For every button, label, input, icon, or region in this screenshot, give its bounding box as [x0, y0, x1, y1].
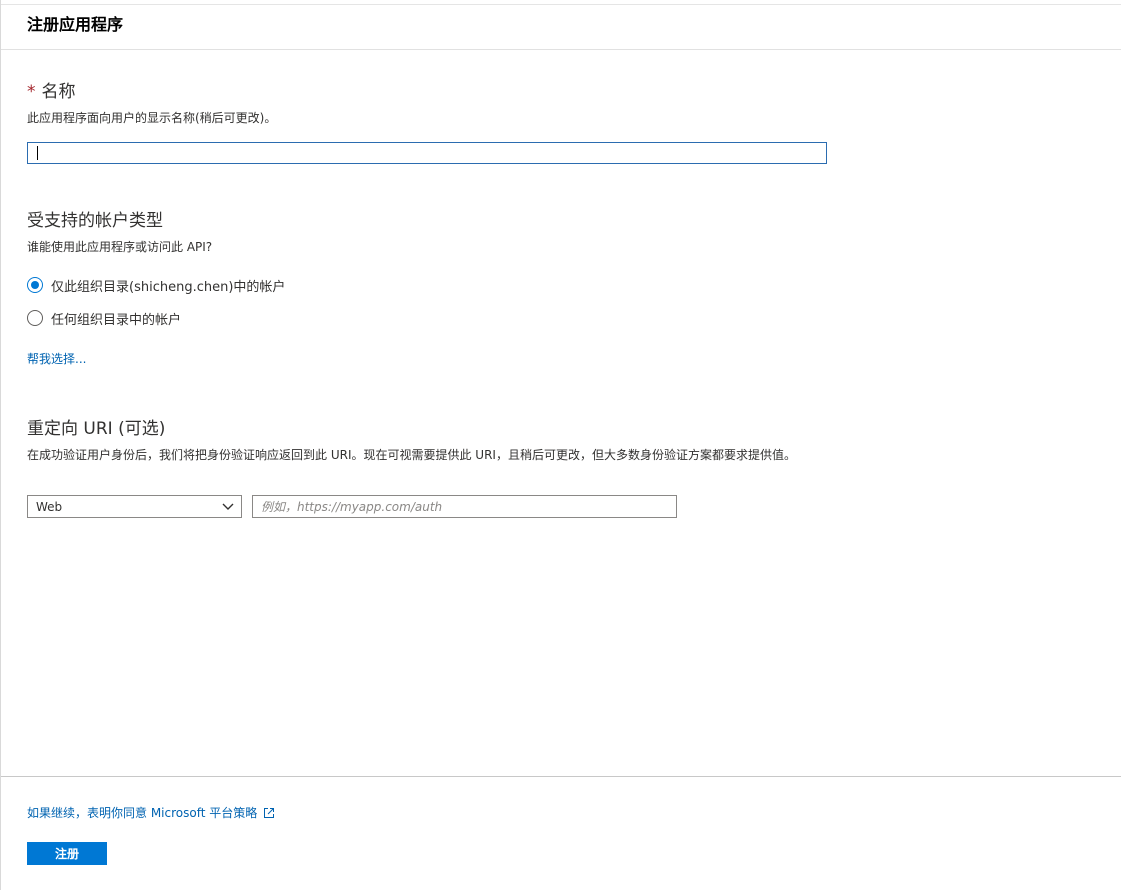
top-border [1, 4, 1121, 5]
radio-button[interactable] [27, 310, 43, 326]
redirect-uri-title: 重定向 URI (可选) [27, 419, 166, 439]
register-button[interactable]: 注册 [27, 842, 107, 865]
radio-label: 仅此组织目录(shicheng.chen)中的帐户 [51, 279, 286, 295]
redirect-uri-description: 在成功验证用户身份后，我们将把身份验证响应返回到此 URI。现在可视需要提供此 … [27, 448, 796, 462]
platform-policy-text: 如果继续，表明你同意 Microsoft 平台策略 [27, 806, 258, 820]
required-marker: * [27, 82, 36, 102]
radio-label: 任何组织目录中的帐户 [51, 312, 182, 328]
account-types-title: 受支持的帐户类型 [27, 211, 163, 231]
account-types-question: 谁能使用此应用程序或访问此 API? [27, 240, 213, 254]
redirect-uri-input[interactable] [252, 495, 677, 518]
footer-divider [1, 776, 1121, 777]
external-link-icon [264, 807, 275, 818]
app-registration-panel: 注册应用程序 * 名称 此应用程序面向用户的显示名称(稍后可更改)。 受支持的帐户… [0, 0, 1121, 890]
name-section-title: * 名称 [27, 77, 76, 102]
platform-policy-link[interactable]: 如果继续，表明你同意 Microsoft 平台策略 [27, 804, 275, 821]
chevron-down-icon [222, 503, 234, 510]
radio-button-checked[interactable] [27, 277, 43, 293]
radio-option-multi-tenant[interactable]: 任何组织目录中的帐户 [27, 308, 181, 328]
platform-select-value: Web [36, 499, 63, 514]
platform-select[interactable]: Web [27, 495, 242, 518]
help-me-choose-link[interactable]: 帮我选择... [27, 350, 86, 367]
page-title: 注册应用程序 [27, 15, 124, 34]
header-divider [1, 49, 1121, 50]
text-caret [37, 146, 38, 160]
name-input[interactable] [27, 142, 827, 164]
radio-option-single-tenant[interactable]: 仅此组织目录(shicheng.chen)中的帐户 [27, 275, 285, 295]
name-title-text: 名称 [41, 82, 76, 102]
name-description: 此应用程序面向用户的显示名称(稍后可更改)。 [27, 111, 277, 125]
